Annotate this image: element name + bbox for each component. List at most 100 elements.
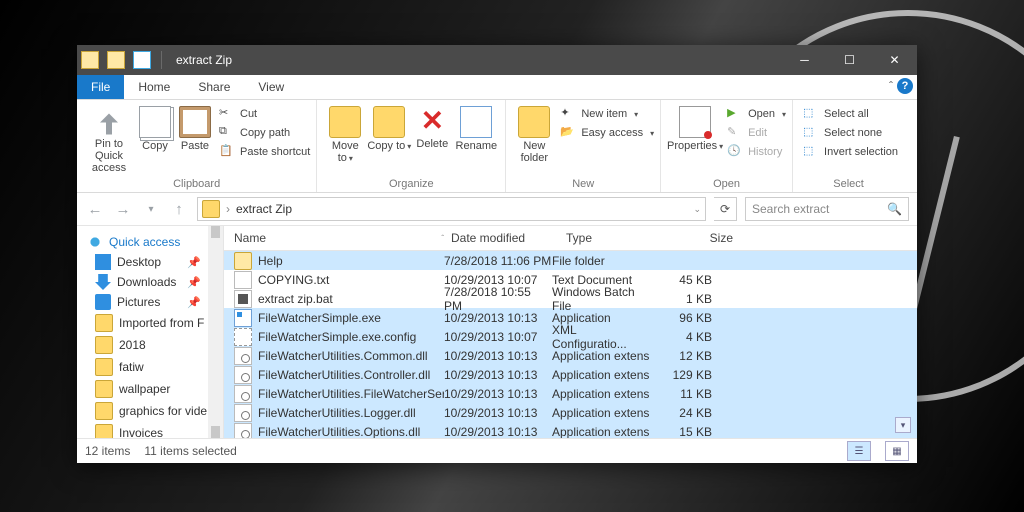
details-view-button[interactable]: ☰ (847, 441, 871, 461)
tab-home[interactable]: Home (124, 75, 184, 99)
file-icon (234, 423, 252, 439)
pin-quick-access-button[interactable]: Pin to Quick access (83, 102, 135, 174)
sidebar-quick-access[interactable]: Quick access (77, 232, 223, 252)
ribbon: Pin to Quick access Copy Paste ✂Cut ⧉Cop… (77, 100, 917, 193)
file-row[interactable]: FileWatcherUtilities.Options.dll10/29/20… (224, 422, 917, 438)
qat-icon-1[interactable] (107, 51, 125, 69)
tab-view[interactable]: View (244, 75, 298, 99)
group-clipboard: Pin to Quick access Copy Paste ✂Cut ⧉Cop… (77, 100, 317, 192)
file-icon (234, 328, 252, 346)
delete-button[interactable]: ✕Delete (411, 102, 453, 164)
sidebar-item[interactable]: Invoices (77, 422, 223, 438)
copy-button[interactable]: Copy (135, 102, 175, 166)
close-button[interactable]: ✕ (872, 45, 917, 75)
sidebar-item-icon (95, 424, 113, 438)
nav-back-button[interactable]: ← (85, 201, 105, 218)
cut-button[interactable]: ✂Cut (219, 106, 310, 122)
refresh-button[interactable]: ⟳ (714, 197, 737, 221)
easy-access-button[interactable]: 📂Easy access▾ (560, 125, 654, 141)
app-icon (81, 51, 99, 69)
file-row[interactable]: FileWatcherUtilities.Logger.dll10/29/201… (224, 403, 917, 422)
sidebar-item-icon (95, 358, 113, 376)
invert-selection-button[interactable]: ⬚Invert selection (803, 144, 898, 160)
sidebar-item-icon (95, 336, 113, 354)
sidebar-scrollbar[interactable] (208, 226, 223, 438)
sidebar-item[interactable]: wallpaper (77, 378, 223, 400)
rename-icon (460, 106, 492, 138)
file-icon (234, 347, 252, 365)
pin-icon: 📌 (187, 276, 201, 289)
new-folder-button[interactable]: New folder (512, 102, 556, 166)
move-to-button[interactable]: Move to▾ (323, 102, 367, 166)
select-all-icon: ⬚ (803, 106, 819, 122)
sidebar-item[interactable]: graphics for vide (77, 400, 223, 422)
file-row[interactable]: FileWatcherUtilities.Common.dll10/29/201… (224, 346, 917, 365)
help-icon[interactable]: ? (897, 78, 913, 94)
column-headers[interactable]: Nameˆ Date modified Type Size (224, 226, 917, 251)
minimize-button[interactable]: ─ (782, 45, 827, 75)
move-icon (329, 106, 361, 138)
status-bar: 12 items 11 items selected ☰ ▦ (77, 438, 917, 463)
group-organize: Move to▾ Copy to▾ ✕Delete Rename Organiz… (317, 100, 506, 192)
icons-view-button[interactable]: ▦ (885, 441, 909, 461)
titlebar[interactable]: extract Zip ─ ☐ ✕ (77, 45, 917, 75)
file-row[interactable]: extract zip.bat7/28/2018 10:55 PMWindows… (224, 289, 917, 308)
paste-shortcut-button[interactable]: 📋Paste shortcut (219, 144, 310, 160)
file-row[interactable]: FileWatcherSimple.exe.config10/29/2013 1… (224, 327, 917, 346)
pin-icon: 📌 (187, 296, 201, 309)
file-icon (234, 366, 252, 384)
nav-recent-button[interactable]: ▾ (141, 204, 161, 215)
tab-share[interactable]: Share (184, 75, 244, 99)
star-icon (87, 234, 103, 250)
copy-icon (139, 106, 171, 138)
status-count: 12 items (85, 444, 130, 458)
file-list: Nameˆ Date modified Type Size Help7/28/2… (224, 226, 917, 438)
sidebar-item-icon (95, 380, 113, 398)
sidebar-item-icon (95, 402, 113, 420)
maximize-button[interactable]: ☐ (827, 45, 872, 75)
sidebar-item[interactable]: Desktop📌 (77, 252, 223, 272)
history-button[interactable]: 🕓History (727, 144, 786, 160)
tab-file[interactable]: File (77, 75, 124, 99)
open-icon: ▶ (727, 106, 743, 122)
rename-button[interactable]: Rename (453, 102, 499, 166)
explorer-window: extract Zip ─ ☐ ✕ File Home Share View ˆ… (77, 45, 917, 463)
open-button[interactable]: ▶Open▾ (727, 106, 786, 122)
new-item-icon: ✦ (560, 106, 576, 122)
select-all-button[interactable]: ⬚Select all (803, 106, 898, 122)
sidebar-item[interactable]: Imported from F (77, 312, 223, 334)
file-row[interactable]: Help7/28/2018 11:06 PMFile folder (224, 251, 917, 270)
search-input[interactable]: Search extract 🔍 (745, 197, 909, 221)
select-none-button[interactable]: ⬚Select none (803, 125, 898, 141)
search-icon: 🔍 (887, 202, 902, 216)
scroll-corner[interactable]: ▾ (895, 417, 911, 433)
file-row[interactable]: FileWatcherUtilities.FileWatcherServiceC… (224, 384, 917, 403)
copy-to-button[interactable]: Copy to▾ (367, 102, 411, 166)
sidebar-item[interactable]: Pictures📌 (77, 292, 223, 312)
nav-forward-button[interactable]: → (113, 201, 133, 218)
properties-icon (679, 106, 711, 138)
ribbon-tabs: File Home Share View ˆ ? (77, 75, 917, 100)
file-row[interactable]: FileWatcherUtilities.Controller.dll10/29… (224, 365, 917, 384)
address-bar[interactable]: › extract Zip ⌄ (197, 197, 706, 221)
paste-button[interactable]: Paste (175, 102, 215, 166)
group-select: ⬚Select all ⬚Select none ⬚Invert selecti… (793, 100, 904, 192)
invert-icon: ⬚ (803, 144, 819, 160)
file-icon (234, 385, 252, 403)
select-none-icon: ⬚ (803, 125, 819, 141)
sidebar-item[interactable]: fatiw (77, 356, 223, 378)
copy-path-button[interactable]: ⧉Copy path (219, 125, 310, 141)
qat-icon-2[interactable] (133, 51, 151, 69)
new-item-button[interactable]: ✦New item▾ (560, 106, 654, 122)
history-icon: 🕓 (727, 144, 743, 160)
edit-button[interactable]: ✎Edit (727, 125, 786, 141)
folder-icon (202, 200, 220, 218)
properties-button[interactable]: Properties▾ (667, 102, 723, 166)
sidebar-item[interactable]: 2018 (77, 334, 223, 356)
copy-path-icon: ⧉ (219, 125, 235, 141)
sidebar-item[interactable]: Downloads📌 (77, 272, 223, 292)
breadcrumb[interactable]: extract Zip (236, 202, 292, 216)
nav-up-button[interactable]: ↑ (169, 201, 189, 218)
collapse-ribbon-icon[interactable]: ˆ (889, 79, 893, 93)
file-icon (234, 404, 252, 422)
